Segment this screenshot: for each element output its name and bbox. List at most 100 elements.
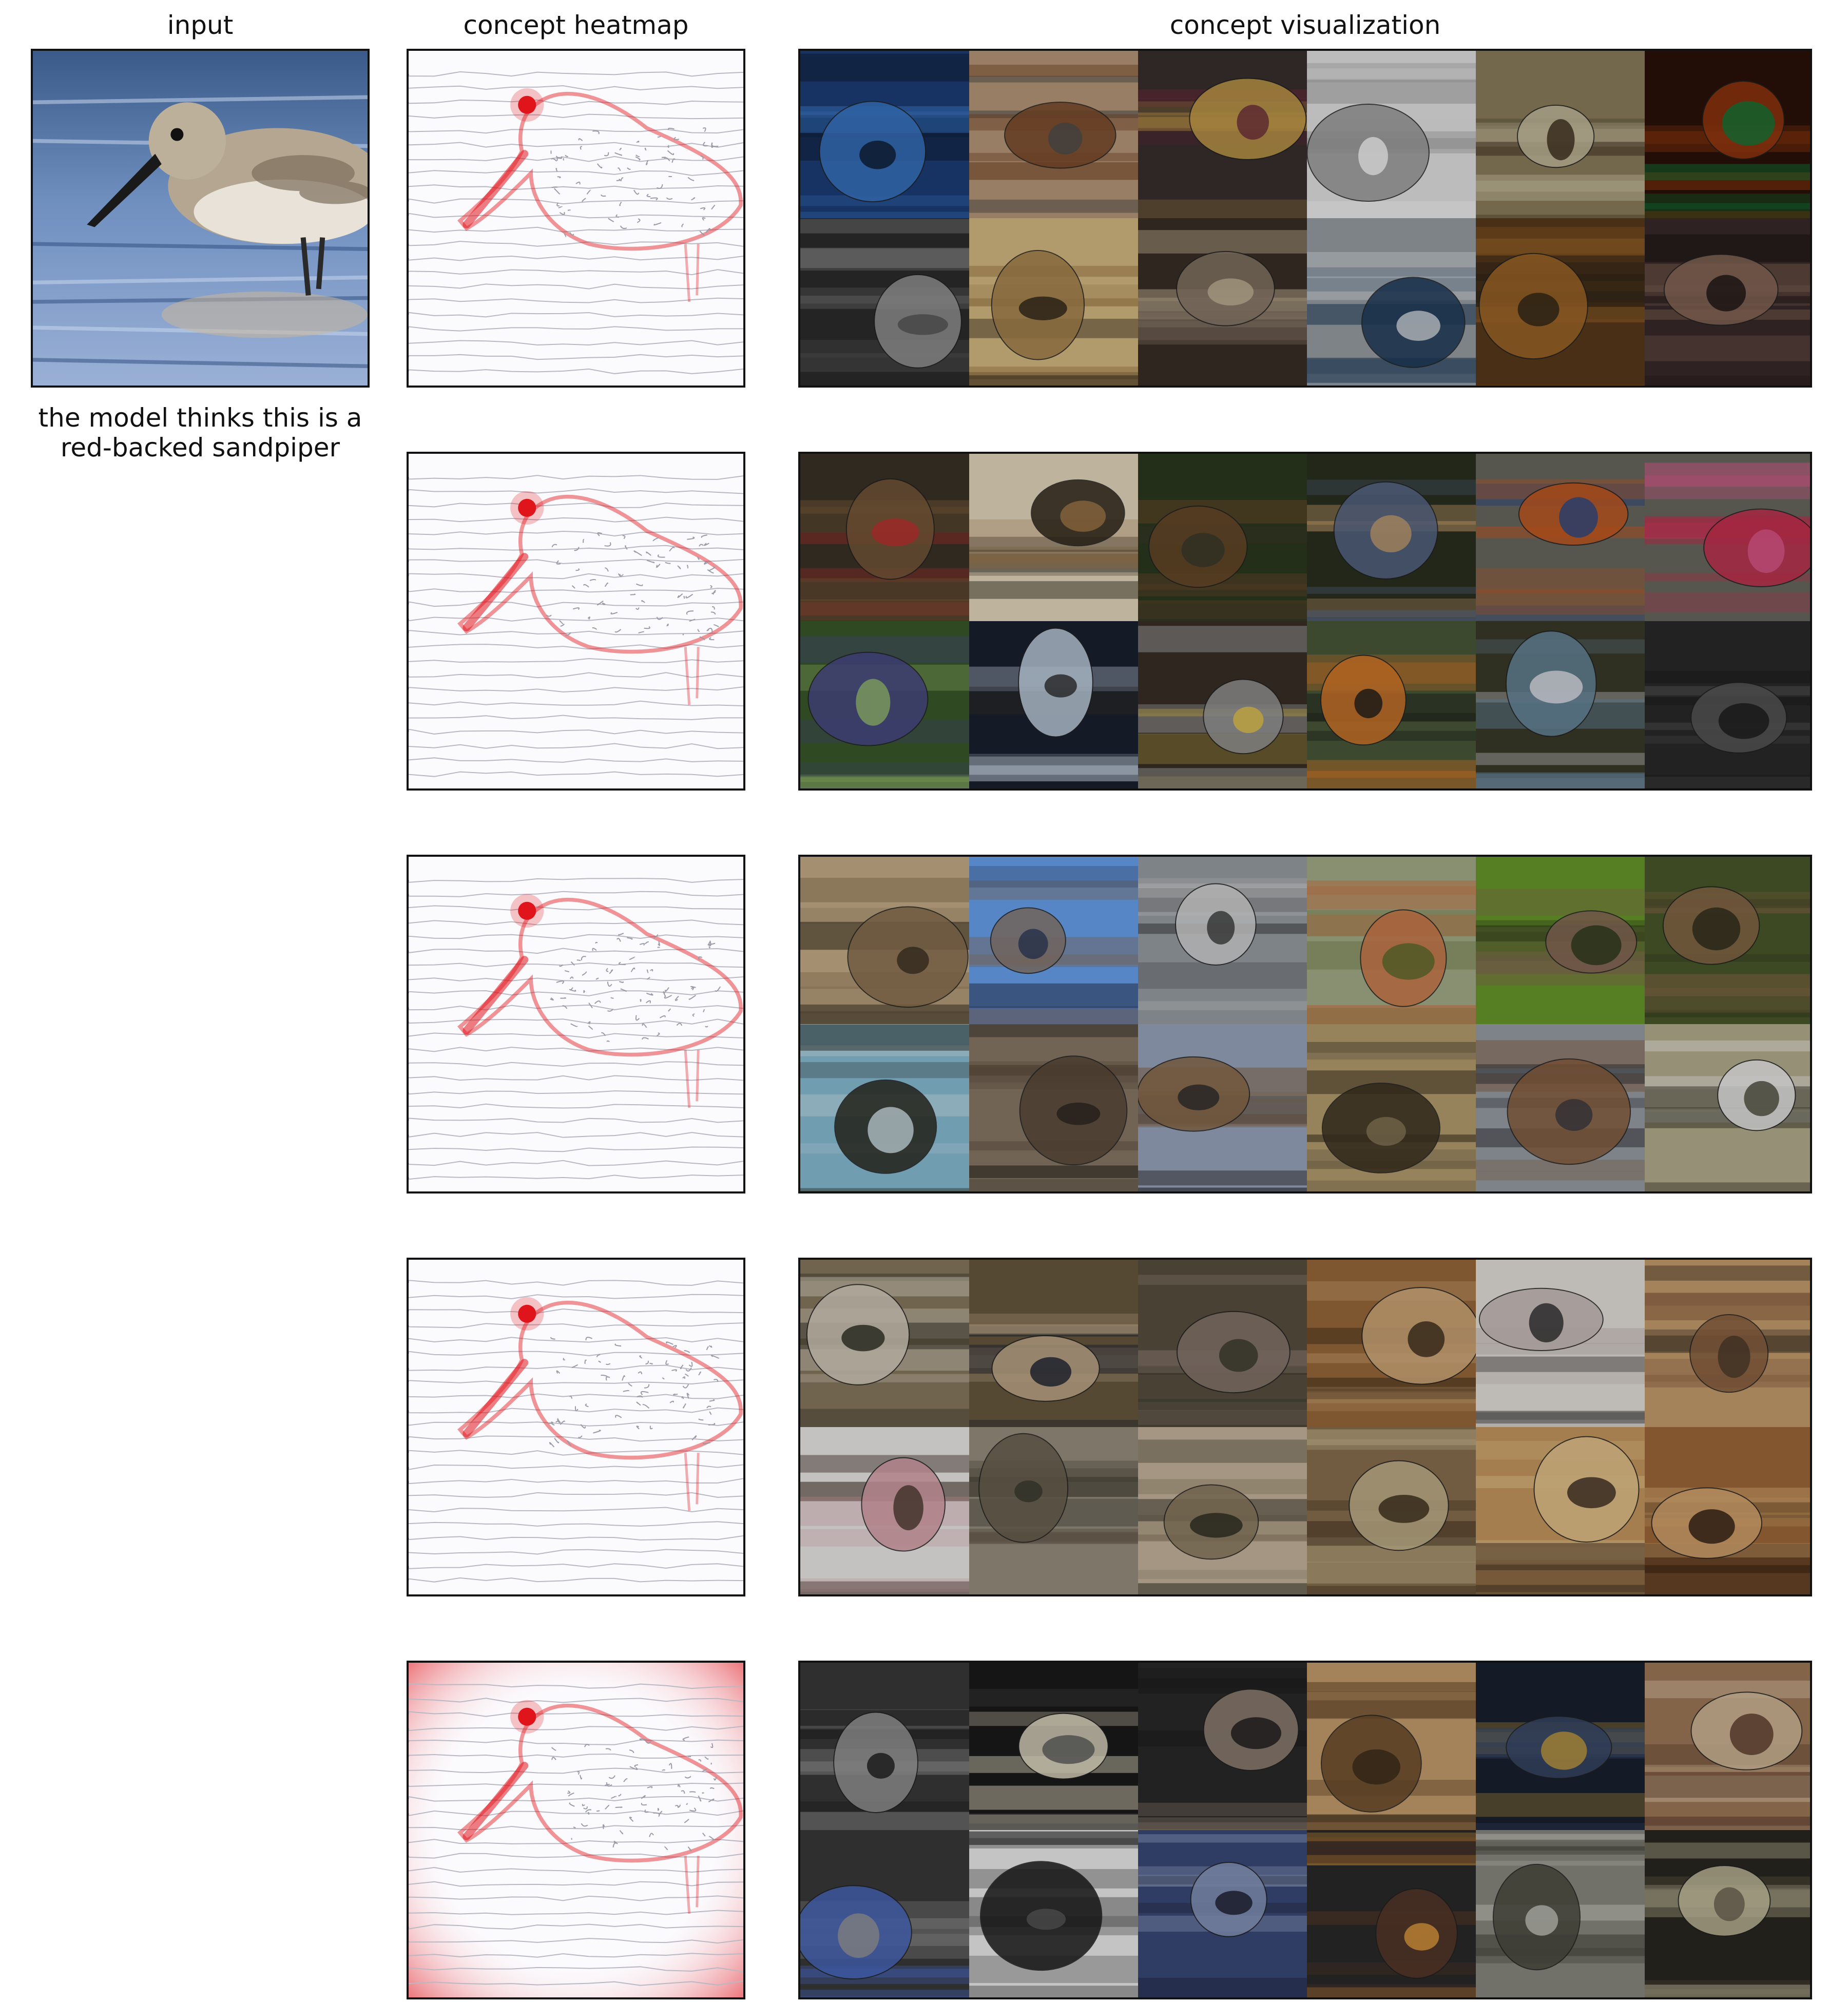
visualization-tile (1476, 51, 1645, 218)
visualization-tile-image (1307, 1663, 1476, 1830)
visualization-tile (1307, 1663, 1476, 1830)
visualization-tile-image (969, 1830, 1138, 1997)
concept-visualization-grid-2 (798, 452, 1812, 791)
visualization-tile (969, 621, 1138, 788)
visualization-tile (969, 218, 1138, 386)
visualization-tile (969, 51, 1138, 218)
visualization-tile-image (1307, 1024, 1476, 1191)
visualization-tile (1307, 621, 1476, 788)
visualization-tile-image (1307, 1830, 1476, 1997)
visualization-tile (1307, 1260, 1476, 1427)
visualization-tile-image (1645, 1427, 1810, 1594)
visualization-tile-image (800, 1830, 969, 1997)
visualization-tile (1138, 1830, 1307, 1997)
visualization-tile-image (1307, 857, 1476, 1024)
heatmap-drawing-2 (409, 475, 743, 777)
visualization-tile (1645, 621, 1810, 788)
concept-visualization-grid-4 (798, 1258, 1812, 1596)
heatmap-drawing-3 (409, 878, 743, 1180)
visualization-tile (800, 51, 969, 218)
visualization-tile (1476, 1024, 1645, 1191)
visualization-tile (1138, 1260, 1307, 1427)
visualization-tile (1307, 1024, 1476, 1191)
visualization-tile (1476, 454, 1645, 621)
visualization-tile (1307, 218, 1476, 386)
visualization-tile-image (1307, 51, 1476, 218)
visualization-tile (800, 1830, 969, 1997)
visualization-tile (969, 454, 1138, 621)
visualization-tile-image (800, 218, 969, 386)
visualization-tile-image (969, 857, 1138, 1024)
visualization-tile (1307, 1427, 1476, 1594)
visualization-tile (1307, 51, 1476, 218)
visualization-tile-image (1138, 857, 1307, 1024)
visualization-tile-image (800, 1260, 969, 1427)
heatmap-drawing-4 (409, 1280, 743, 1583)
visualization-tile-image (969, 51, 1138, 218)
visualization-tile-image (1645, 51, 1810, 218)
visualization-tile-image (1138, 1427, 1307, 1594)
visualization-tile-image (1476, 1260, 1645, 1427)
visualization-tile (1307, 454, 1476, 621)
visualization-tile-image (1645, 1024, 1810, 1191)
visualization-tile-image (1307, 218, 1476, 386)
visualization-tile-image (1476, 1830, 1645, 1997)
visualization-tile-image (969, 1427, 1138, 1594)
visualization-tile (1138, 621, 1307, 788)
visualization-tile-image (1476, 218, 1645, 386)
visualization-tile-image (1138, 1830, 1307, 1997)
visualization-tile (1138, 857, 1307, 1024)
visualization-tile (1307, 857, 1476, 1024)
visualization-tile (800, 1663, 969, 1830)
visualization-tile (1645, 1260, 1810, 1427)
visualization-tile (1138, 454, 1307, 621)
concept-heatmap-1 (407, 49, 745, 388)
visualization-tile (1476, 857, 1645, 1024)
visualization-tile (1138, 1427, 1307, 1594)
visualization-tile-image (800, 621, 969, 788)
input-image-sandpiper (31, 49, 370, 388)
visualization-tile (1645, 1427, 1810, 1594)
visualization-tile (800, 621, 969, 788)
visualization-tile-image (1476, 51, 1645, 218)
visualization-tile-image (1476, 1024, 1645, 1191)
visualization-tile-image (1138, 621, 1307, 788)
concept-visualization-grid-3 (798, 855, 1812, 1194)
visualization-tile (800, 857, 969, 1024)
heatmap-column-title: concept heatmap (463, 10, 689, 40)
visualization-tile (800, 1427, 969, 1594)
visualization-column-title: concept visualization (1169, 10, 1441, 40)
visualization-tile (1645, 1024, 1810, 1191)
prediction-caption-line2: red-backed sandpiper (60, 433, 340, 463)
visualization-tile-image (800, 857, 969, 1024)
visualization-tile-image (800, 454, 969, 621)
visualization-tile (969, 1830, 1138, 1997)
concept-heatmap-3 (407, 855, 745, 1194)
visualization-tile-image (1138, 1663, 1307, 1830)
prediction-caption: the model thinks this is a red-backed sa… (10, 403, 390, 463)
concept-visualization-grid-5 (798, 1661, 1812, 1999)
input-column-title: input (167, 10, 234, 40)
visualization-tile-image (969, 1024, 1138, 1191)
visualization-tile-image (969, 1260, 1138, 1427)
visualization-tile-image (1138, 51, 1307, 218)
visualization-tile (969, 1427, 1138, 1594)
visualization-tile-image (800, 1427, 969, 1594)
prediction-caption-line1: the model thinks this is a (38, 403, 362, 433)
visualization-tile-image (969, 621, 1138, 788)
sandpiper-photo (33, 51, 368, 386)
visualization-tile-image (1476, 454, 1645, 621)
visualization-tile-image (800, 1024, 969, 1191)
visualization-tile (1476, 621, 1645, 788)
visualization-tile (1307, 1830, 1476, 1997)
heatmap-drawing-1 (409, 71, 743, 374)
visualization-tile (1645, 454, 1810, 621)
visualization-tile (1138, 218, 1307, 386)
visualization-tile-image (1645, 1663, 1810, 1830)
visualization-tile (969, 1024, 1138, 1191)
visualization-tile (1645, 1663, 1810, 1830)
visualization-tile (1476, 218, 1645, 386)
visualization-tile (969, 1260, 1138, 1427)
visualization-tile-image (1645, 1260, 1810, 1427)
visualization-tile (1476, 1663, 1645, 1830)
